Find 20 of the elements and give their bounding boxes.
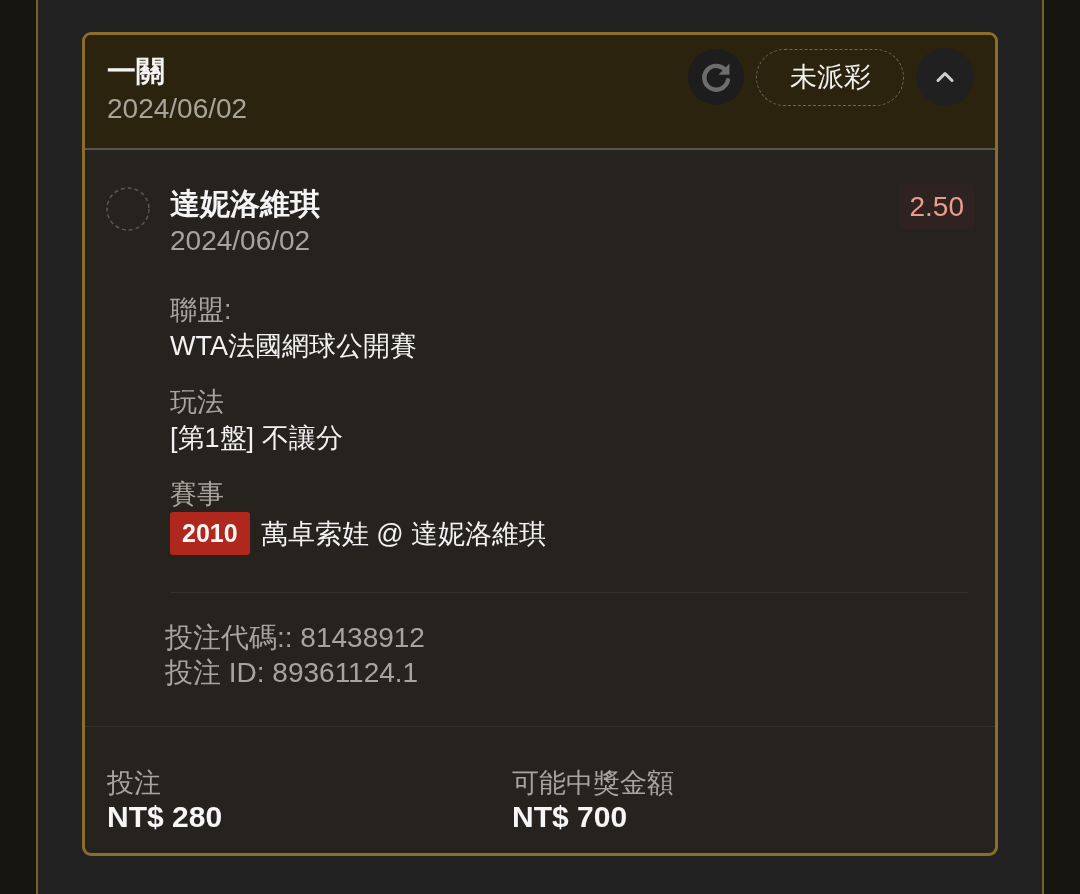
detail-value: [第1盤] 不讓分 xyxy=(170,422,344,455)
summary-amount: NT$ 700 xyxy=(512,800,629,834)
detail-label: 聯盟: xyxy=(170,294,233,327)
bet-code-text: 投注 ID: 89361124.1 xyxy=(165,656,420,690)
selection-date: 2024/06/02 xyxy=(170,224,312,258)
detail-label: 賽事 xyxy=(170,478,225,511)
detail-value: WTA法國網球公開賽 xyxy=(170,330,418,363)
summary-amount: NT$ 280 xyxy=(107,800,224,834)
detail-label: 玩法 xyxy=(170,386,225,419)
match-number-badge: 2010 xyxy=(170,512,250,555)
summary-label: 可能中獎金額 xyxy=(512,767,675,800)
odds-value: 2.50 xyxy=(898,184,975,229)
refresh-button[interactable] xyxy=(688,49,744,105)
dashed-circle-icon xyxy=(106,187,150,231)
bet-date: 2024/06/02 xyxy=(107,92,248,126)
summary-label: 投注 xyxy=(107,767,162,800)
match-teams: 萬卓索娃 @ 達妮洛維琪 xyxy=(260,517,547,551)
bet-type-title: 一關 xyxy=(107,54,166,89)
selection-name: 達妮洛維琪 xyxy=(170,186,321,222)
bet-code-text: 投注代碼:: 81438912 xyxy=(165,621,426,655)
